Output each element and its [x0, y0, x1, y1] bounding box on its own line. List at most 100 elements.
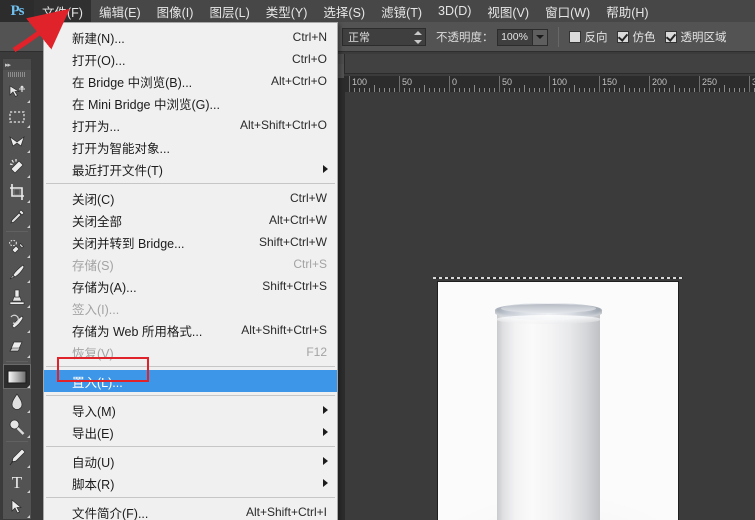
menu-item-label: 置入(L)... [72, 372, 123, 391]
spot-healing-brush-tool[interactable] [3, 234, 31, 259]
menu-bar-item-window[interactable]: 窗口(W) [537, 0, 598, 22]
selection-marquee-edge [433, 277, 683, 279]
menu-open-as[interactable]: 打开为... Alt+Shift+Ctrl+O [44, 114, 337, 136]
ruler-label: 200 [652, 77, 667, 87]
menu-check-in: 签入(I)... [44, 297, 337, 319]
menu-bar-item-label: 编辑(E) [99, 2, 141, 21]
healing-brush-icon [8, 238, 26, 256]
checkmark-icon[interactable] [617, 31, 629, 43]
menu-import[interactable]: 导入(M) [44, 399, 337, 421]
crop-icon [8, 183, 26, 201]
menu-bar-item-label: 视图(V) [487, 2, 529, 21]
chevron-updown-icon [413, 31, 422, 44]
container-rim [496, 315, 601, 324]
type-tool[interactable]: T [3, 469, 31, 494]
eyedropper-tool[interactable] [3, 204, 31, 229]
checkmark-icon[interactable] [665, 31, 677, 43]
menu-separator [46, 446, 335, 447]
menu-scripts[interactable]: 脚本(R) [44, 472, 337, 494]
path-selection-tool[interactable] [3, 494, 31, 519]
checkbox-reverse[interactable]: 反向 [569, 29, 608, 45]
menu-open-as-smart-object[interactable]: 打开为智能对象... [44, 136, 337, 158]
menu-export[interactable]: 导出(E) [44, 421, 337, 443]
menu-item-label: 打开为... [72, 116, 120, 135]
menu-open[interactable]: 打开(O)...Ctrl+O [44, 48, 337, 70]
history-brush-tool[interactable] [3, 309, 31, 334]
tool-group-marker-icon [27, 490, 30, 493]
canvas-viewport[interactable] [345, 92, 755, 520]
checkbox-dither[interactable]: 仿色 [617, 29, 656, 45]
menu-bar-item-help[interactable]: 帮助(H) [598, 0, 656, 22]
opacity-input[interactable]: 100% [497, 29, 533, 46]
menu-bar-item-3d[interactable]: 3D(D) [430, 0, 479, 22]
ruler-minor-tick [374, 85, 375, 92]
ruler-label: 50 [502, 77, 512, 87]
menu-close[interactable]: 关闭(C)Ctrl+W [44, 187, 337, 209]
gradient-tool[interactable] [3, 364, 31, 389]
menu-item-shortcut: Alt+Shift+Ctrl+O [240, 118, 327, 132]
menu-file-info[interactable]: 文件简介(F)...Alt+Shift+Ctrl+I [44, 501, 337, 520]
menu-automate[interactable]: 自动(U) [44, 450, 337, 472]
container-lid-top [501, 304, 596, 313]
menu-new[interactable]: 新建(N)...Ctrl+N [44, 26, 337, 48]
menu-bar-item-image[interactable]: 图像(I) [149, 0, 202, 22]
checkbox-label: 反向 [585, 29, 608, 45]
menu-place[interactable]: 置入(L)... [44, 370, 337, 392]
brush-tool[interactable] [3, 259, 31, 284]
type-T-icon: T [9, 473, 25, 491]
menu-bar-item-edit[interactable]: 编辑(E) [91, 0, 149, 22]
magic-wand-tool[interactable] [3, 154, 31, 179]
menu-bar-item-select[interactable]: 选择(S) [315, 0, 373, 22]
tool-group-marker-icon [27, 100, 30, 103]
menu-bar-item-label: 3D(D) [438, 4, 471, 18]
rectangular-marquee-tool[interactable] [3, 104, 31, 129]
menu-bar-item-layer[interactable]: 图层(L) [201, 0, 257, 22]
blur-tool[interactable] [3, 389, 31, 414]
blend-mode-select[interactable]: 正常 [342, 28, 426, 46]
menu-bar-item-file[interactable]: 文件(F) [34, 0, 91, 22]
move-icon [8, 83, 26, 101]
menu-close-go-to-bridge[interactable]: 关闭并转到 Bridge...Shift+Ctrl+W [44, 231, 337, 253]
checkbox-transparency[interactable]: 透明区域 [665, 29, 727, 45]
submenu-chevron-icon [323, 165, 328, 173]
menu-close-all[interactable]: 关闭全部Alt+Ctrl+W [44, 209, 337, 231]
submenu-chevron-icon [323, 457, 328, 465]
crop-tool[interactable] [3, 179, 31, 204]
ruler-major-tick [449, 76, 450, 92]
move-tool[interactable] [3, 79, 31, 104]
menu-item-label: 最近打开文件(T) [72, 160, 163, 179]
menu-item-label: 恢复(V) [72, 343, 114, 362]
menu-save-for-web[interactable]: 存储为 Web 所用格式...Alt+Shift+Ctrl+S [44, 319, 337, 341]
opacity-dropdown-button[interactable] [533, 29, 548, 46]
menu-bar-item-type[interactable]: 类型(Y) [258, 0, 316, 22]
horizontal-ruler[interactable]: 10050050100150200250300 [345, 76, 755, 92]
file-menu-dropdown: 新建(N)...Ctrl+N打开(O)...Ctrl+O在 Bridge 中浏览… [43, 22, 338, 520]
menu-item-label: 签入(I)... [72, 299, 119, 318]
menu-browse-bridge[interactable]: 在 Bridge 中浏览(B)...Alt+Ctrl+O [44, 70, 337, 92]
ruler-minor-tick [574, 85, 575, 92]
tools-panel-grip[interactable] [3, 70, 31, 79]
menu-item-shortcut: Ctrl+W [290, 191, 327, 205]
ruler-major-tick [749, 76, 750, 92]
menu-bar-item-label: 滤镜(T) [381, 2, 422, 21]
empty-checkbox-icon[interactable] [569, 31, 581, 43]
lasso-tool[interactable] [3, 129, 31, 154]
ruler-label: 100 [352, 77, 367, 87]
tools-panel-collapse-button[interactable]: ▸▸ [3, 59, 31, 70]
menu-bar-item-view[interactable]: 视图(V) [479, 0, 537, 22]
eraser-tool[interactable] [3, 334, 31, 359]
tool-group-marker-icon [27, 125, 30, 128]
menu-browse-mini-bridge[interactable]: 在 Mini Bridge 中浏览(G)... [44, 92, 337, 114]
menu-item-shortcut: Ctrl+O [292, 52, 327, 66]
submenu-chevron-icon [323, 406, 328, 414]
menu-bar-item-filter[interactable]: 滤镜(T) [373, 0, 430, 22]
product-photo [438, 282, 678, 520]
ruler-major-tick [599, 76, 600, 92]
pen-tool[interactable] [3, 444, 31, 469]
document-canvas[interactable] [438, 282, 678, 520]
dodge-tool[interactable] [3, 414, 31, 439]
menu-separator [46, 395, 335, 396]
menu-save-as[interactable]: 存储为(A)...Shift+Ctrl+S [44, 275, 337, 297]
clone-stamp-tool[interactable] [3, 284, 31, 309]
menu-open-recent[interactable]: 最近打开文件(T) [44, 158, 337, 180]
